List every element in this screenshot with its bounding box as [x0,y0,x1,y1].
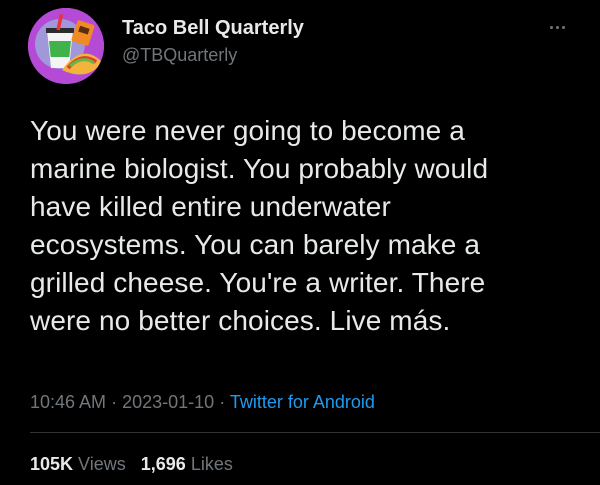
meta-separator: · [219,392,226,412]
author-name[interactable]: Taco Bell Quarterly [122,17,304,40]
tweet-time[interactable]: 10:46 AM [30,392,106,412]
avatar[interactable] [28,8,104,84]
dot [550,25,553,29]
tweet-meta: 10:46 AM · 2023-01-10 · Twitter for Andr… [30,392,375,413]
tweet: Taco Bell Quarterly @TBQuarterly You wer… [0,0,600,485]
likes-label: Likes [190,454,233,474]
more-options-icon[interactable] [550,22,570,32]
tweet-stats: 105K Views 1,696 Likes [30,454,233,475]
dot [562,25,565,29]
author-handle[interactable]: @TBQuarterly [122,45,237,66]
tweet-date[interactable]: 2023-01-10 [122,392,214,412]
tweet-source-link[interactable]: Twitter for Android [230,392,375,412]
likes-count: 1,696 [140,454,186,474]
likes-stat[interactable]: 1,696 Likes [141,454,233,474]
divider [30,432,600,433]
taco-bell-avatar-icon [28,8,104,84]
meta-separator: · [111,392,118,412]
views-label: Views [78,454,126,474]
tweet-text: You were never going to become a marine … [30,115,489,336]
views-count: 105K [30,454,74,474]
dot [556,25,559,29]
views-stat[interactable]: 105K Views [30,454,126,474]
